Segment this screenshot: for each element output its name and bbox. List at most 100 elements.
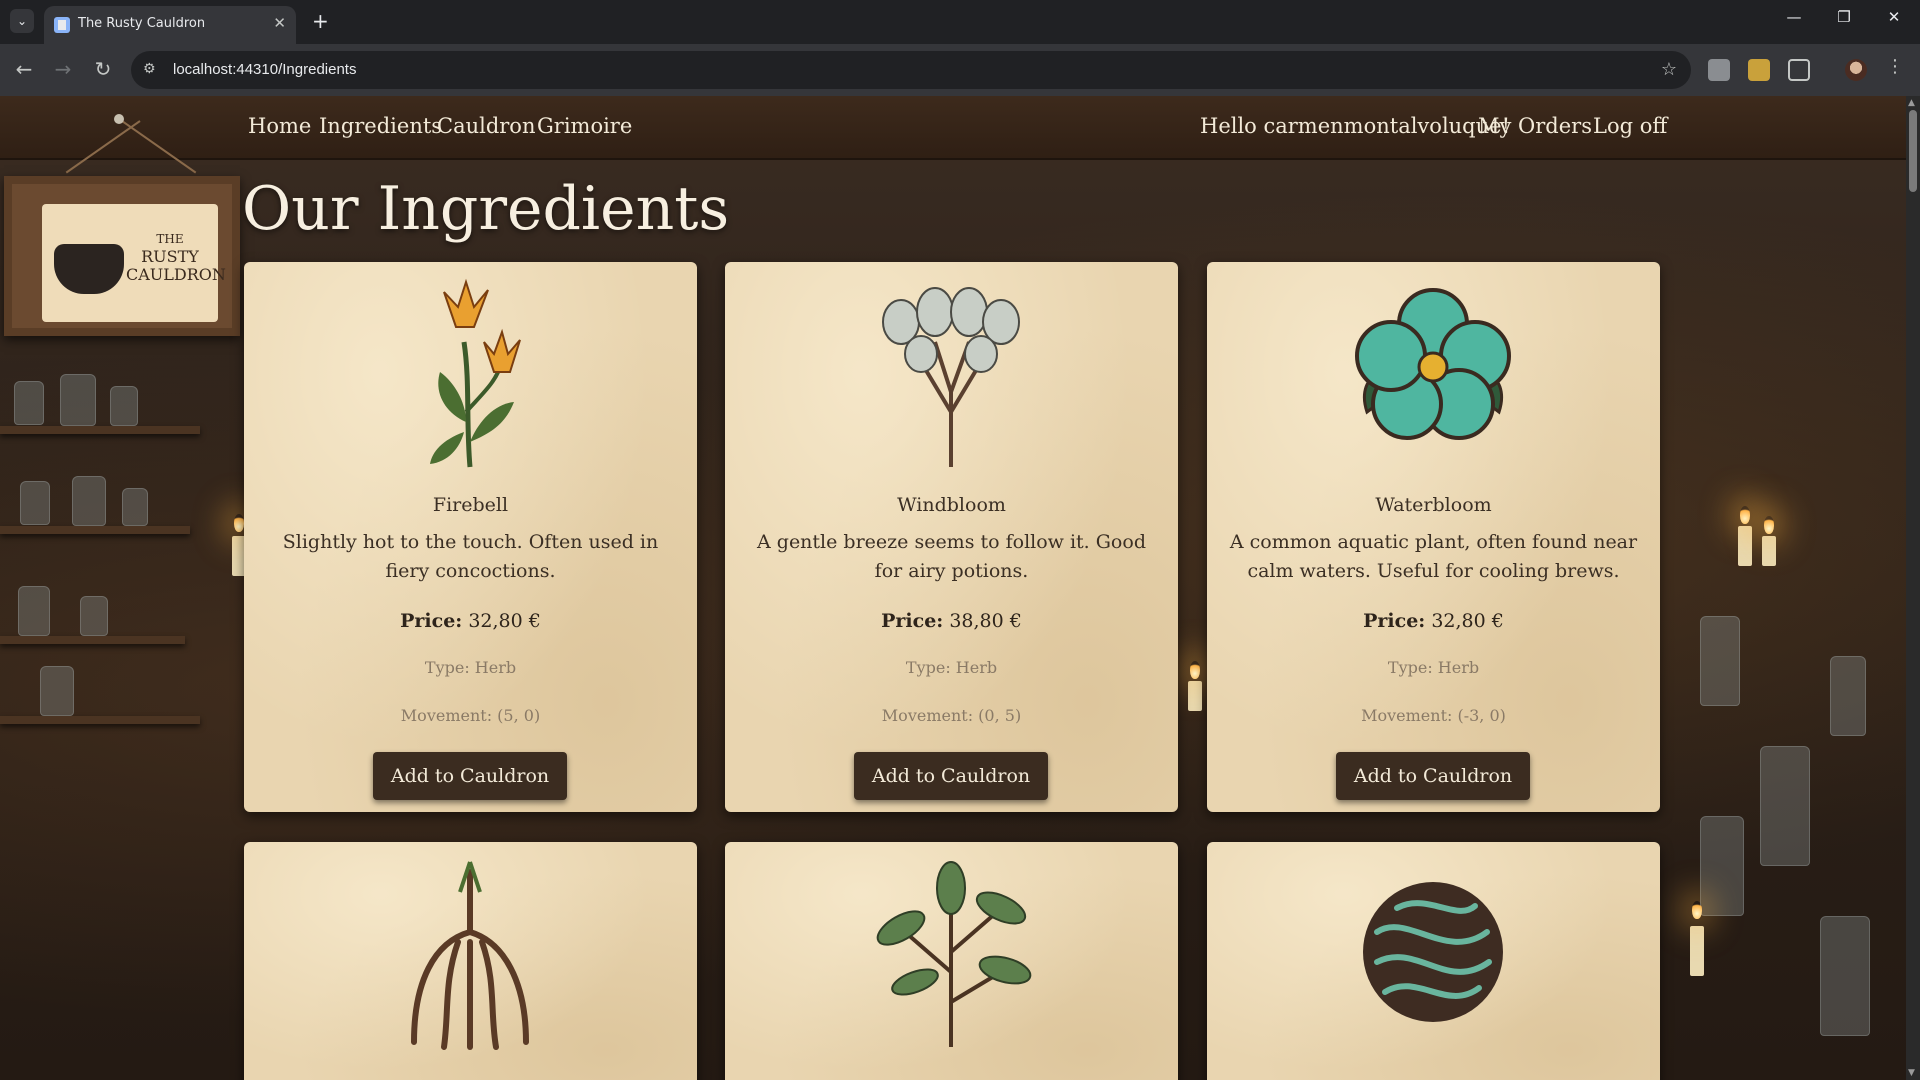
candle-flame	[1190, 661, 1200, 679]
background-jar	[80, 596, 108, 636]
site-info-icon[interactable]: ⚙	[143, 61, 156, 77]
bookmark-star-icon[interactable]: ☆	[1661, 59, 1677, 80]
log-off-link[interactable]: Log off	[1593, 114, 1667, 138]
site-navbar: Home Ingredients Cauldron Grimoire Hello…	[0, 96, 1906, 160]
background-shelf	[0, 526, 190, 534]
restore-button[interactable]: ❐	[1824, 8, 1864, 26]
ingredient-price: Price: 38,80 €	[725, 610, 1178, 632]
site-logo[interactable]: THE RUSTY CAULDRON	[4, 176, 240, 336]
ingredient-name: Firebell	[432, 494, 509, 516]
ingredient-card: Windbloom A gentle breeze seems to follo…	[725, 262, 1178, 812]
page-scrollbar[interactable]: ▲ ▼	[1906, 96, 1920, 1080]
background-jar	[72, 476, 106, 526]
price-label: Price:	[881, 610, 944, 632]
candle-flame	[1740, 506, 1750, 524]
add-to-cauldron-button[interactable]: Add to Cauldron	[854, 752, 1048, 800]
ingredient-card	[244, 842, 697, 1080]
background-jar	[40, 666, 74, 716]
background-candle	[1738, 526, 1752, 566]
background-jar	[1830, 656, 1866, 736]
background-jar	[20, 481, 50, 525]
logo-nail-icon	[114, 114, 124, 124]
background-jar	[1700, 616, 1740, 706]
reload-icon[interactable]: ↻	[89, 57, 117, 81]
background-jar	[60, 374, 96, 426]
background-shelf	[0, 716, 200, 724]
price-label: Price:	[1363, 610, 1426, 632]
new-tab-button[interactable]: +	[312, 9, 329, 33]
add-to-cauldron-button[interactable]: Add to Cauldron	[1336, 752, 1530, 800]
nav-cauldron-link[interactable]: Cauldron	[437, 114, 535, 138]
my-orders-link[interactable]: My Orders	[1478, 114, 1592, 138]
price-label: Price:	[400, 610, 463, 632]
background-shelf	[0, 636, 185, 644]
scroll-down-icon[interactable]: ▼	[1908, 1068, 1915, 1078]
ingredient-movement: Movement: (5, 0)	[400, 706, 541, 725]
ingredient-description: Slightly hot to the touch. Often used in…	[282, 531, 659, 582]
page-title: Our Ingredients	[242, 174, 730, 244]
ingredient-card: Firebell Slightly hot to the touch. Ofte…	[244, 262, 697, 812]
pen-extension-icon[interactable]	[1748, 59, 1770, 81]
ingredient-price: Price: 32,80 €	[244, 610, 697, 632]
ingredient-type: Type: Herb	[905, 658, 998, 677]
nav-ingredients-link[interactable]: Ingredients	[319, 114, 442, 138]
cauldron-icon	[54, 244, 124, 294]
browser-menu-icon[interactable]: ⋮	[1886, 56, 1904, 77]
forward-arrow-icon[interactable]: →	[49, 57, 77, 81]
address-bar[interactable]: ⚙ localhost:44310/Ingredients ☆	[131, 51, 1691, 89]
background-jar	[1820, 916, 1870, 1036]
extension-icon[interactable]	[1708, 59, 1730, 81]
user-greeting-link[interactable]: Hello carmenmontalvoluque!	[1200, 114, 1510, 138]
ingredient-type: Type: Herb	[424, 658, 517, 677]
close-window-button[interactable]: ✕	[1874, 8, 1914, 26]
page-viewport: Home Ingredients Cauldron Grimoire Hello…	[0, 96, 1920, 1080]
background-jar	[122, 488, 148, 526]
profile-avatar[interactable]	[1845, 59, 1867, 81]
ingredient-card: Waterbloom A common aquatic plant, often…	[1207, 262, 1660, 812]
tab-close-icon[interactable]: ✕	[273, 14, 286, 32]
waterbloom-flower-icon	[1355, 288, 1511, 440]
url-text[interactable]: localhost:44310/Ingredients	[173, 61, 356, 78]
firebell-flower-icon	[430, 278, 521, 468]
candle-flame	[1692, 901, 1702, 919]
ingredient-name: Waterbloom	[1375, 494, 1492, 516]
background-candle	[1188, 681, 1202, 711]
ingredient-card	[725, 842, 1178, 1080]
background-jar	[110, 386, 138, 426]
background-candle	[1762, 536, 1776, 566]
extensions-puzzle-icon[interactable]	[1788, 59, 1810, 81]
logo-text-line: THE	[156, 232, 184, 246]
background-candle	[1690, 926, 1704, 976]
logo-board: THE RUSTY CAULDRON	[42, 204, 226, 322]
ingredient-card	[1207, 842, 1660, 1080]
background-jar	[1700, 816, 1744, 916]
nav-grimoire-link[interactable]: Grimoire	[537, 114, 632, 138]
background-shelf	[0, 426, 200, 434]
logo-text: THE RUSTY CAULDRON	[126, 230, 226, 284]
candle-flame	[1764, 516, 1774, 534]
logo-text-line: RUSTY	[141, 247, 199, 266]
browser-tab[interactable]: The Rusty Cauldron ✕	[44, 6, 296, 44]
ingredient-price: Price: 32,80 €	[1207, 610, 1660, 632]
background-jar	[1760, 746, 1810, 866]
ingredient-description: A common aquatic plant, often found near…	[1229, 531, 1638, 582]
logo-text-line: CAULDRON	[126, 265, 226, 284]
add-to-cauldron-button[interactable]: Add to Cauldron	[373, 752, 567, 800]
minimize-button[interactable]: —	[1774, 8, 1814, 26]
price-value: 32,80 €	[1431, 610, 1504, 632]
browser-tab-bar: ⌄ The Rusty Cauldron ✕ + — ❐ ✕	[0, 0, 1920, 44]
ingredient-type: Type: Herb	[1387, 658, 1480, 677]
windbloom-plant-icon	[882, 287, 1020, 467]
ingredient-name: Windbloom	[897, 494, 1006, 516]
back-arrow-icon[interactable]: ←	[10, 57, 38, 81]
candle-flame	[234, 514, 244, 532]
tab-search-chevron-icon[interactable]: ⌄	[10, 9, 34, 33]
tab-title: The Rusty Cauldron	[78, 16, 206, 31]
ingredient-movement: Movement: (0, 5)	[881, 706, 1022, 725]
browser-toolbar: ← → ↻ ⚙ localhost:44310/Ingredients ☆ ⋮	[0, 44, 1920, 96]
scroll-thumb[interactable]	[1909, 110, 1917, 192]
nav-home-link[interactable]: Home	[248, 114, 311, 138]
ingredient-movement: Movement: (-3, 0)	[1361, 706, 1506, 725]
scroll-up-icon[interactable]: ▲	[1908, 98, 1915, 108]
background-jar	[14, 381, 44, 425]
